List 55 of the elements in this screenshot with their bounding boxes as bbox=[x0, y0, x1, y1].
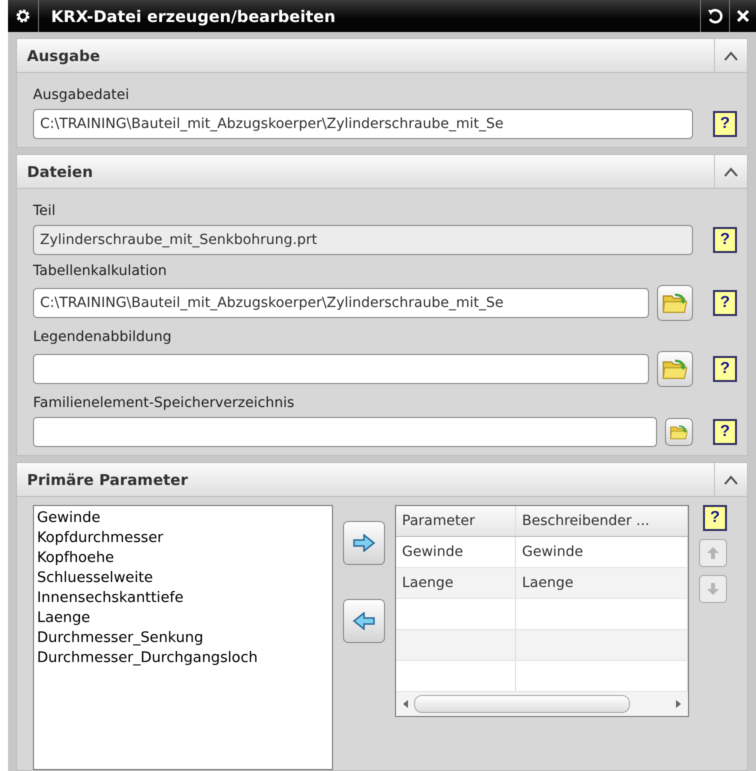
list-item[interactable]: Kopfdurchmesser bbox=[37, 528, 329, 548]
left-arrow-icon bbox=[352, 612, 376, 630]
collapse-icon[interactable] bbox=[724, 50, 738, 60]
section-title: Dateien bbox=[26, 162, 94, 180]
section-header[interactable]: Dateien bbox=[16, 154, 748, 189]
help-button[interactable]: ? bbox=[713, 290, 737, 316]
column-header[interactable]: Beschreibender ... bbox=[516, 506, 688, 536]
section-header[interactable]: Ausgabe bbox=[16, 38, 748, 73]
section-header[interactable]: Primäre Parameter bbox=[16, 462, 748, 497]
field-label: Teil bbox=[33, 202, 57, 221]
window-title: KRX-Datei erzeugen/bearbeiten bbox=[50, 6, 337, 26]
list-item[interactable]: Kopfhoehe bbox=[37, 548, 329, 568]
section-title: Ausgabe bbox=[26, 46, 101, 64]
remove-button[interactable] bbox=[343, 599, 385, 643]
help-button[interactable]: ? bbox=[713, 227, 737, 253]
field-label: Ausgabedatei bbox=[33, 86, 130, 105]
help-button[interactable]: ? bbox=[703, 505, 727, 531]
table-cell: Gewinde bbox=[516, 537, 688, 567]
scroll-right-icon[interactable] bbox=[674, 699, 682, 709]
text-field[interactable] bbox=[33, 354, 649, 384]
up-arrow-icon bbox=[706, 546, 720, 560]
section-title: Primäre Parameter bbox=[26, 470, 189, 488]
reset-icon[interactable] bbox=[707, 8, 723, 24]
right-arrow-icon bbox=[352, 534, 376, 552]
field-label: Legendenabbildung bbox=[33, 328, 173, 347]
help-button[interactable]: ? bbox=[713, 356, 737, 382]
horizontal-scrollbar[interactable] bbox=[396, 692, 688, 716]
text-field[interactable]: C:\TRAINING\Bauteil_mit_Abzugskoerper\Zylinderschraube_mit_Se bbox=[33, 288, 649, 318]
help-button[interactable]: ? bbox=[713, 111, 737, 137]
list-item[interactable]: Innensechskanttiefe bbox=[37, 588, 329, 608]
text-field[interactable]: C:\TRAINING\Bauteil_mit_Abzugskoerper\Zylinderschraube_mit_Se bbox=[33, 109, 693, 139]
close-icon[interactable] bbox=[736, 9, 750, 23]
collapse-icon[interactable] bbox=[724, 474, 738, 484]
down-arrow-icon bbox=[706, 582, 720, 596]
settings-icon[interactable] bbox=[15, 8, 31, 24]
text-field[interactable] bbox=[33, 417, 657, 447]
browse-button[interactable] bbox=[657, 285, 693, 321]
list-item[interactable]: Durchmesser_Senkung bbox=[37, 628, 329, 648]
field-label: Tabellenkalkulation bbox=[33, 262, 168, 281]
table-cell: Gewinde bbox=[396, 537, 516, 567]
help-button[interactable]: ? bbox=[713, 419, 737, 445]
table-cell: Laenge bbox=[396, 568, 516, 598]
scroll-left-icon[interactable] bbox=[402, 699, 410, 709]
add-button[interactable] bbox=[343, 521, 385, 565]
browse-button[interactable] bbox=[657, 351, 693, 387]
browse-button[interactable] bbox=[665, 418, 693, 446]
text-field[interactable]: Zylinderschraube_mit_Senkbohrung.prt bbox=[33, 225, 693, 255]
list-item[interactable]: Schluesselweite bbox=[37, 568, 329, 588]
list-item[interactable]: Gewinde bbox=[37, 508, 329, 528]
column-header[interactable]: Parameter bbox=[396, 506, 516, 536]
list-item[interactable]: Durchmesser_Durchgangsloch bbox=[37, 648, 329, 668]
field-label: Familienelement-Speicherverzeichnis bbox=[33, 394, 296, 413]
table-cell: Laenge bbox=[516, 568, 688, 598]
list-item[interactable]: Laenge bbox=[37, 608, 329, 628]
collapse-icon[interactable] bbox=[724, 166, 738, 176]
